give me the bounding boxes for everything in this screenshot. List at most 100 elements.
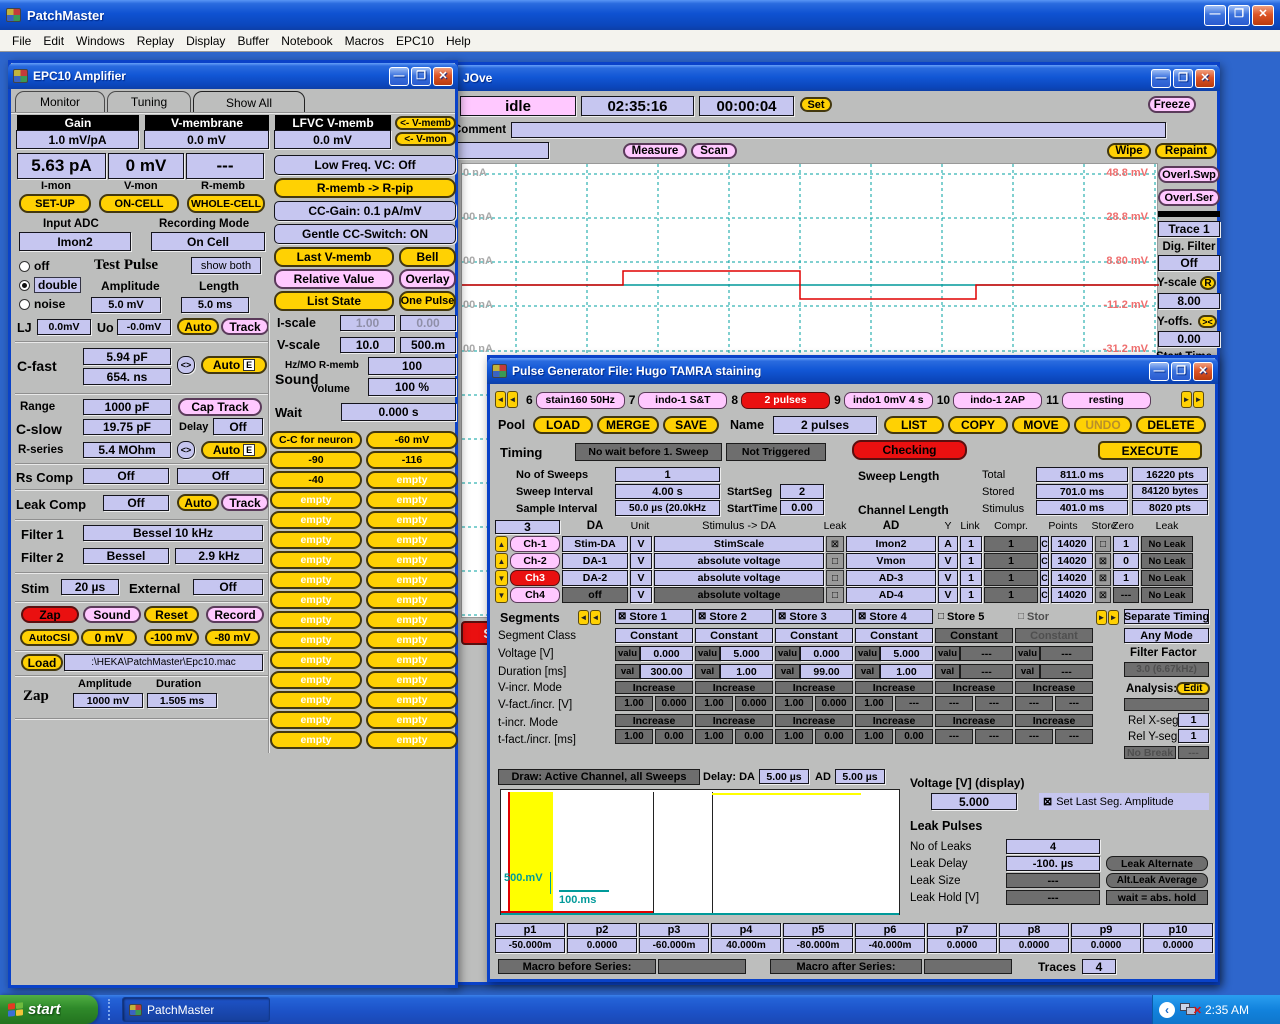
checking-button[interactable]: Checking [852,440,967,460]
stim-mapping[interactable]: absolute voltage [654,587,824,603]
sound-button[interactable]: Sound [83,606,141,623]
zap-button[interactable]: Zap [21,606,79,623]
minimize-icon[interactable]: — [1204,5,1226,26]
store-checkbox[interactable]: □ [1095,536,1111,552]
y-scale-value[interactable]: 8.00 [1158,293,1220,309]
pg-titlebar[interactable]: Pulse Generator File: Hugo TAMRA stainin… [487,358,1218,384]
sample-value[interactable]: 50.0 µs (20.0kHz [615,500,720,516]
v-incr-mode[interactable]: Increase [775,681,853,694]
filter2-type[interactable]: Bessel [83,548,169,564]
quick-set-button[interactable]: empty [366,671,458,689]
quick-set-button[interactable]: empty [270,571,362,589]
t-incr-mode[interactable]: Increase [935,714,1013,727]
menu-item[interactable]: File [6,31,37,51]
store-toggle[interactable]: ⊠ Store 4 [855,609,933,624]
delay-value[interactable]: Off [213,418,263,435]
undo-button[interactable]: UNDO [1074,416,1132,434]
quick-set-button[interactable]: -40 [270,471,362,489]
v-increment[interactable]: 0.000 [735,696,773,711]
checkbox-icon[interactable]: □ [1018,611,1024,622]
quick-set-button[interactable]: empty [270,511,362,529]
leak-checkbox[interactable]: □ [826,570,844,586]
taskbar-task-patchmaster[interactable]: PatchMaster [122,997,270,1022]
v-factor[interactable]: 1.00 [695,696,733,711]
channel-pill[interactable]: Ch-2 [510,553,560,569]
maximize-icon[interactable]: ❐ [1228,5,1250,26]
menu-item[interactable]: EPC10 [390,31,440,51]
pool-tab[interactable]: stain160 50Hz [536,392,625,409]
quick-set-button[interactable]: C-C for neuron [270,431,362,449]
t-increment[interactable]: --- [975,729,1013,744]
pool-next-icon[interactable]: ► [1181,391,1192,408]
y-unit[interactable]: A [938,536,958,552]
list-button[interactable]: LIST [884,416,944,434]
menu-item[interactable]: Help [440,31,477,51]
load-button[interactable]: LOAD [533,416,593,434]
v-increment[interactable]: 0.000 [655,696,693,711]
quick-set-button[interactable]: empty [270,531,362,549]
rel-x-seg-value[interactable]: 1 [1178,713,1209,727]
cfast-auto-button[interactable]: Auto E [201,356,267,374]
v-factor[interactable]: 1.00 [855,696,893,711]
leak-mode[interactable]: No Leak [1141,536,1193,552]
pool-tab[interactable]: indo-1 2AP [953,392,1042,409]
store-checkbox[interactable]: ⊠ [1095,587,1111,603]
pool-prev2-icon[interactable]: ◄ [507,391,518,408]
t-increment[interactable]: 0.00 [735,729,773,744]
ad-delay-value[interactable]: 5.00 µs [835,769,885,784]
segment-prev2-icon[interactable]: ◄ [590,610,601,625]
da-unit[interactable]: V [630,536,652,552]
leak-hold-value[interactable]: --- [1006,890,1100,905]
compression-value[interactable]: 1 [984,536,1038,552]
y-unit[interactable]: V [938,570,958,586]
cfast-tau-value[interactable]: 654. ns [83,368,171,385]
vmembrane-value[interactable]: 0.0 mV [144,130,269,149]
quick-set-button[interactable]: -60 mV [366,431,458,449]
one-pulse-button[interactable]: One Pulse [399,291,456,311]
menu-item[interactable]: Windows [70,31,131,51]
param-value[interactable]: -80.000m [783,938,853,953]
quick-set-button[interactable]: empty [366,591,458,609]
t-increment[interactable]: 0.00 [655,729,693,744]
da-source[interactable]: Stim-DA [562,536,628,552]
quick-set-button[interactable]: empty [270,491,362,509]
cc-gain-button[interactable]: CC-Gain: 0.1 pA/mV [274,201,456,221]
t-factor[interactable]: 1.00 [775,729,813,744]
t-factor[interactable]: --- [935,729,973,744]
param-value[interactable]: 40.000m [711,938,781,953]
v-factor[interactable]: --- [1015,696,1053,711]
menu-item[interactable]: Replay [131,31,180,51]
channel-pill[interactable]: Ch3 [510,570,560,586]
da-source[interactable]: DA-1 [562,553,628,569]
param-value[interactable]: -50.000m [495,938,565,953]
copy-button[interactable]: COPY [948,416,1008,434]
checkbox-icon[interactable]: ⊠ [618,611,626,622]
segment-voltage[interactable]: --- [960,646,1013,661]
ad-source[interactable]: AD-4 [846,587,936,603]
v-incr-mode[interactable]: Increase [855,681,933,694]
quick-set-button[interactable]: empty [270,611,362,629]
quick-set-button[interactable]: empty [270,671,362,689]
leakcomp-track-button[interactable]: Track [221,494,269,511]
recording-mode-value[interactable]: On Cell [151,232,265,251]
wait-value[interactable]: 0.000 s [341,403,456,421]
wait-mode-button[interactable]: No wait before 1. Sweep [575,443,722,461]
t-factor[interactable]: 1.00 [855,729,893,744]
ad-source[interactable]: Imon2 [846,536,936,552]
amplitude-value[interactable]: 5.0 mV [91,297,161,313]
voltage-display-value[interactable]: 5.000 [931,793,1017,810]
leak-alternate-button[interactable]: Leak Alternate [1106,856,1208,871]
relative-value-button[interactable]: Relative Value [274,269,394,289]
v-incr-mode[interactable]: Increase [1015,681,1093,694]
close-icon[interactable]: ✕ [1195,69,1215,88]
checkbox-icon[interactable]: □ [938,611,944,622]
menu-item[interactable]: Notebook [275,31,338,51]
save-button[interactable]: SAVE [663,416,719,434]
radio-icon[interactable] [19,299,30,310]
zero-value[interactable]: 1 [1113,536,1139,552]
rscomp-value-2[interactable]: Off [177,468,264,484]
stim-mapping[interactable]: StimScale [654,536,824,552]
da-delay-value[interactable]: 5.00 µs [759,769,809,784]
main-titlebar[interactable]: PatchMaster — ❐ ✕ [0,0,1280,30]
rseries-swap-button[interactable]: <> [177,441,195,459]
